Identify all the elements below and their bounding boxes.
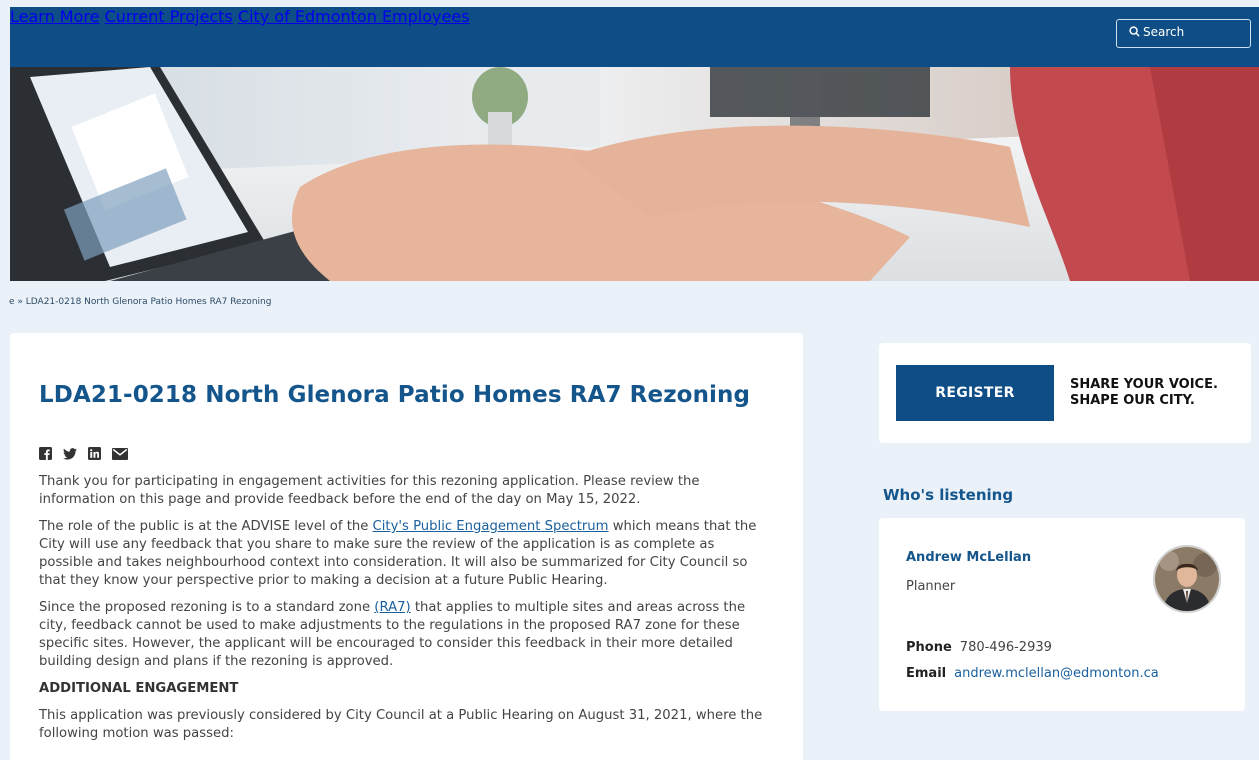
zone-text-start: Since the proposed rezoning is to a stan… (39, 600, 375, 615)
phone-label: Phone (906, 640, 952, 655)
page-title: LDA21-0218 North Glenora Patio Homes RA7… (39, 382, 751, 408)
whos-listening-heading: Who's listening (883, 486, 1014, 504)
zone-paragraph: Since the proposed rezoning is to a stan… (39, 599, 769, 671)
role-text-start: The role of the public is at the ADVISE … (39, 519, 373, 534)
register-card: REGISTER SHARE YOUR VOICE. SHAPE OUR CIT… (879, 343, 1251, 443)
search-button[interactable]: Search (1116, 19, 1251, 48)
slogan-line-2: SHAPE OUR CITY. (1070, 393, 1195, 408)
main-content-card: LDA21-0218 North Glenora Patio Homes RA7… (10, 333, 803, 760)
email-icon[interactable] (112, 445, 128, 464)
top-navigation-bar: Learn More Current Projects City of Edmo… (10, 7, 1259, 67)
additional-engagement-heading: ADDITIONAL ENGAGEMENT (39, 681, 239, 696)
page-body: Thank you for participating in engagemen… (39, 473, 769, 752)
email-link[interactable]: andrew.mclellan@edmonton.ca (954, 666, 1159, 681)
nav-city-employees[interactable]: City of Edmonton Employees (238, 7, 470, 26)
slogan-line-1: SHARE YOUR VOICE. (1070, 377, 1218, 392)
intro-paragraph: Thank you for participating in engagemen… (39, 474, 700, 507)
search-label: Search (1143, 25, 1185, 39)
facebook-icon[interactable] (39, 445, 52, 464)
social-share-bar (39, 445, 128, 464)
contact-phone-row: Phone 780-496-2939 (906, 640, 1052, 655)
twitter-icon[interactable] (63, 445, 77, 464)
hero-banner-image (10, 67, 1259, 281)
contact-card: Andrew McLellan Planner Phone 780-496-293… (879, 518, 1245, 711)
role-paragraph: The role of the public is at the ADVISE … (39, 518, 769, 590)
contact-role: Planner (906, 579, 956, 594)
slogan: SHARE YOUR VOICE. SHAPE OUR CITY. (1070, 377, 1218, 409)
search-icon (1129, 25, 1140, 47)
nav-current-projects[interactable]: Current Projects (105, 7, 233, 26)
ra7-link[interactable]: (RA7) (374, 600, 410, 615)
avatar (1153, 545, 1221, 613)
register-button[interactable]: REGISTER (896, 365, 1054, 421)
council-paragraph: This application was previously consider… (39, 708, 763, 741)
linkedin-icon[interactable] (88, 445, 101, 464)
email-label: Email (906, 666, 947, 681)
contact-email-row: Email andrew.mclellan@edmonton.ca (906, 666, 1159, 681)
engagement-spectrum-link[interactable]: City's Public Engagement Spectrum (373, 519, 609, 534)
breadcrumb[interactable]: e » LDA21-0218 North Glenora Patio Homes… (9, 297, 271, 307)
phone-value: 780-496-2939 (959, 640, 1052, 655)
nav-learn-more[interactable]: Learn More (10, 7, 99, 26)
contact-name: Andrew McLellan (906, 550, 1032, 565)
